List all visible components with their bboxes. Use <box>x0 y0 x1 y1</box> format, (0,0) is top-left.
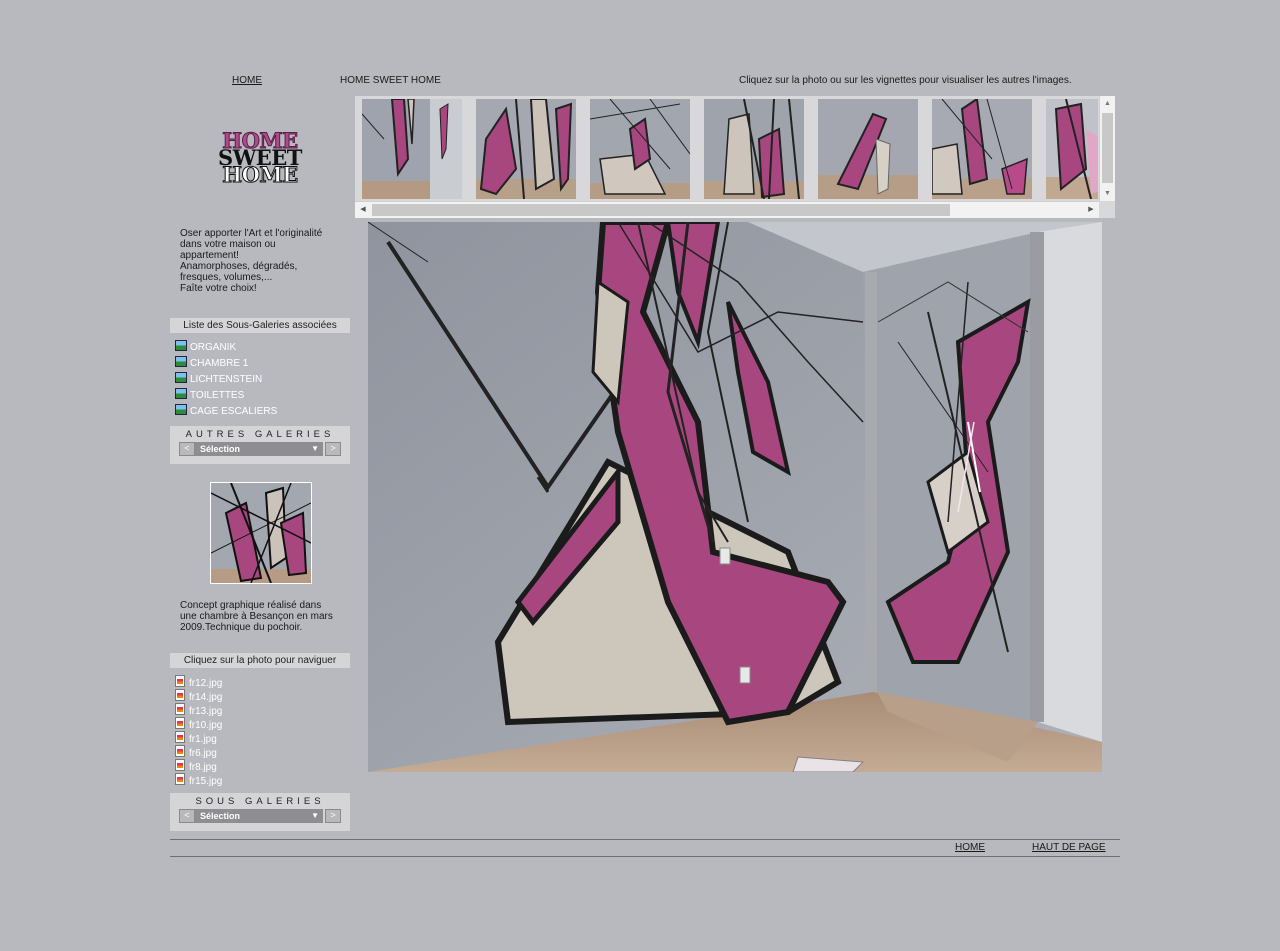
gallery-title: HOME SWEET HOME <box>340 75 441 86</box>
image-file-icon <box>175 731 185 743</box>
file-item[interactable]: fr12.jpg <box>175 675 222 689</box>
thumbnail-4[interactable] <box>704 99 804 199</box>
image-file-icon <box>175 675 185 687</box>
select-value: Sélection <box>200 811 241 821</box>
file-name: fr1.jpg <box>189 734 217 745</box>
subgalleries-header: Liste des Sous-Galeries associées <box>170 318 350 333</box>
sub-galleries-prev-button[interactable]: < <box>179 809 195 823</box>
intro-line: fresques, volumes,... <box>180 272 273 283</box>
image-file-icon <box>175 773 185 785</box>
gallery-icon <box>175 356 187 367</box>
subgallery-label: CAGE ESCALIERS <box>190 406 278 417</box>
subgallery-label: TOILETTES <box>190 390 245 401</box>
subgallery-label: LICHTENSTEIN <box>190 374 263 385</box>
back-to-top-link[interactable]: HAUT DE PAGE <box>1032 842 1106 853</box>
gallery-icon <box>175 404 187 415</box>
intro-line: Oser apporter l'Art et l'originalité <box>180 228 323 239</box>
intro-line: appartement! <box>180 250 239 261</box>
other-galleries-select[interactable]: Sélection ▼ <box>195 442 323 456</box>
file-name: fr15.jpg <box>189 776 223 787</box>
subgallery-item-organik[interactable]: ORGANIK <box>175 340 277 356</box>
sub-galleries-selector: SOUS GALERIES < Sélection ▼ > <box>170 793 350 831</box>
file-item[interactable]: fr6.jpg <box>175 745 222 759</box>
caption-line: 2009.Technique du pochoir. <box>180 622 303 633</box>
thumbnail-2[interactable] <box>476 99 576 199</box>
select-value: Sélection <box>200 444 241 454</box>
chevron-down-icon: ▼ <box>311 811 319 820</box>
caption-line: une chambre à Besançon en mars <box>180 611 333 622</box>
photo-file-list: fr12.jpg fr14.jpg fr13.jpg fr10.jpg fr1.… <box>175 675 222 787</box>
image-file-icon <box>175 745 185 757</box>
scroll-right-arrow-icon[interactable]: ▶ <box>1083 202 1099 218</box>
subgallery-label: ORGANIK <box>190 342 237 353</box>
thumbnail-1[interactable] <box>362 99 462 199</box>
vertical-scroll-thumb[interactable] <box>1102 113 1113 183</box>
sub-galleries-title: SOUS GALERIES <box>195 796 325 807</box>
thumbnail-7[interactable] <box>1046 99 1098 199</box>
gallery-icon <box>175 372 187 383</box>
intro-line: Faîte votre choix! <box>180 283 257 294</box>
subgallery-item-toilettes[interactable]: TOILETTES <box>175 388 277 404</box>
intro-line: dans votre maison ou <box>180 239 276 250</box>
thumbnail-strip: ▲ ▼ ◀ ▶ <box>355 96 1115 218</box>
chevron-down-icon: ▼ <box>311 444 319 453</box>
file-item[interactable]: fr13.jpg <box>175 703 222 717</box>
subgalleries-list: ORGANIK CHAMBRE 1 LICHTENSTEIN TOILETTES… <box>175 340 277 420</box>
thumbnail-6[interactable] <box>932 99 1032 199</box>
gallery-intro: Oser apporter l'Art et l'originalité dan… <box>180 228 350 294</box>
file-name: fr8.jpg <box>189 762 217 773</box>
thumbnail-viewport <box>362 99 1098 199</box>
gallery-icon <box>175 340 187 351</box>
footer-divider-top <box>170 839 1120 840</box>
other-galleries-next-button[interactable]: > <box>325 442 341 456</box>
file-item[interactable]: fr15.jpg <box>175 773 222 787</box>
footer-divider-bottom <box>170 856 1120 857</box>
subgallery-item-lichtenstein[interactable]: LICHTENSTEIN <box>175 372 277 388</box>
file-name: fr10.jpg <box>189 720 223 731</box>
file-item[interactable]: fr8.jpg <box>175 759 222 773</box>
file-name: fr13.jpg <box>189 706 223 717</box>
sub-galleries-next-button[interactable]: > <box>325 809 341 823</box>
subgallery-item-cage-escaliers[interactable]: CAGE ESCALIERS <box>175 404 277 420</box>
current-photo-thumbnail[interactable] <box>210 482 312 584</box>
other-galleries-prev-button[interactable]: < <box>179 442 195 456</box>
top-home-link[interactable]: HOME <box>232 75 262 86</box>
scroll-up-arrow-icon[interactable]: ▲ <box>1100 96 1115 111</box>
intro-line: Anamorphoses, dégradés, <box>180 261 298 272</box>
scroll-down-arrow-icon[interactable]: ▼ <box>1100 186 1115 201</box>
subgallery-label: CHAMBRE 1 <box>190 358 249 369</box>
image-file-icon <box>175 689 185 701</box>
main-photo[interactable] <box>368 222 1102 772</box>
file-name: fr14.jpg <box>189 692 223 703</box>
horizontal-scroll-thumb[interactable] <box>372 204 950 216</box>
other-galleries-title: AUTRES GALERIES <box>185 429 335 440</box>
thumbnail-5[interactable] <box>818 99 918 199</box>
scroll-left-arrow-icon[interactable]: ◀ <box>355 202 371 218</box>
file-name: fr6.jpg <box>189 748 217 759</box>
gallery-icon <box>175 388 187 399</box>
sub-galleries-select[interactable]: Sélection ▼ <box>195 809 323 823</box>
other-galleries-selector: AUTRES GALERIES < Sélection ▼ > <box>170 426 350 464</box>
photo-caption: Concept graphique réalisé dans une chamb… <box>180 600 348 633</box>
image-file-icon <box>175 717 185 729</box>
navigate-header: Cliquez sur la photo pour naviguer <box>170 653 350 668</box>
image-file-icon <box>175 759 185 771</box>
navigation-hint: Cliquez sur la photo ou sur les vignette… <box>739 75 1072 86</box>
file-item[interactable]: fr14.jpg <box>175 689 222 703</box>
caption-line: Concept graphique réalisé dans <box>180 600 322 611</box>
logo-line-3: HOME <box>222 162 299 187</box>
thumbnail-vertical-scrollbar[interactable]: ▲ ▼ <box>1099 96 1115 201</box>
file-item[interactable]: fr1.jpg <box>175 731 222 745</box>
site-logo[interactable]: HOME SWEET HOME <box>210 130 310 187</box>
subgallery-item-chambre-1[interactable]: CHAMBRE 1 <box>175 356 277 372</box>
thumbnail-3[interactable] <box>590 99 690 199</box>
image-file-icon <box>175 703 185 715</box>
thumbnail-horizontal-scrollbar[interactable]: ◀ ▶ <box>355 201 1099 218</box>
file-name: fr12.jpg <box>189 678 223 689</box>
file-item[interactable]: fr10.jpg <box>175 717 222 731</box>
footer-home-link[interactable]: HOME <box>955 842 985 853</box>
